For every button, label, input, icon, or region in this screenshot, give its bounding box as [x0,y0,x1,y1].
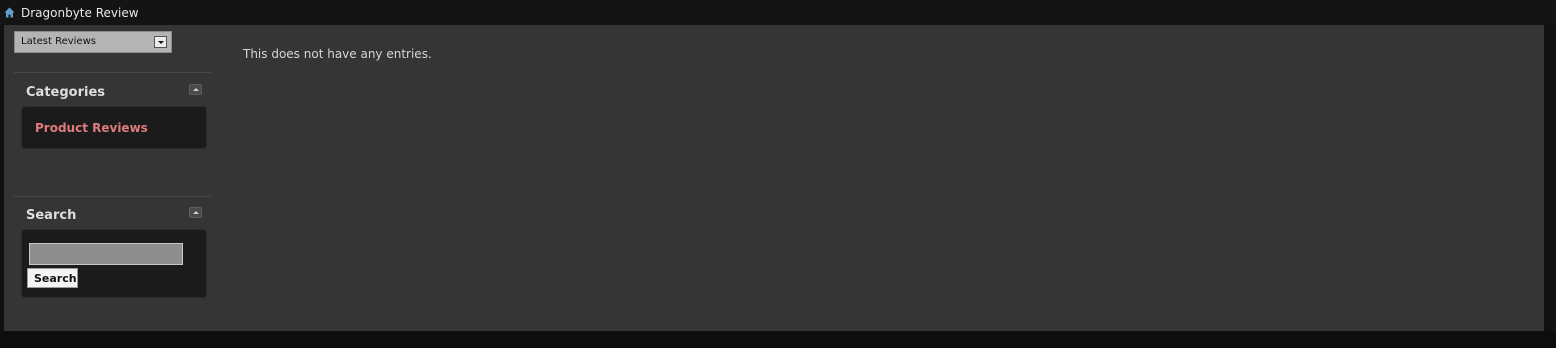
empty-message: This does not have any entries. [243,47,432,61]
title-bar: Dragonbyte Review [0,0,1556,25]
home-icon[interactable] [4,7,15,18]
search-title: Search [26,208,77,223]
chevron-down-icon[interactable] [154,36,167,48]
page-title[interactable]: Dragonbyte Review [21,5,139,21]
main-panel [4,25,1544,331]
categories-title: Categories [26,85,106,100]
divider [14,196,211,197]
collapse-search-icon[interactable] [189,207,202,218]
search-button[interactable]: Search [27,268,78,288]
view-select-value: Latest Reviews [21,36,96,47]
search-input[interactable] [29,243,183,265]
view-select[interactable]: Latest Reviews [14,31,172,53]
divider [14,72,211,73]
categories-body: Product Reviews [21,106,207,149]
category-link-product-reviews[interactable]: Product Reviews [35,120,148,136]
collapse-categories-icon[interactable] [189,84,202,95]
search-body: Search [21,229,207,298]
bottom-strip [0,331,1556,348]
